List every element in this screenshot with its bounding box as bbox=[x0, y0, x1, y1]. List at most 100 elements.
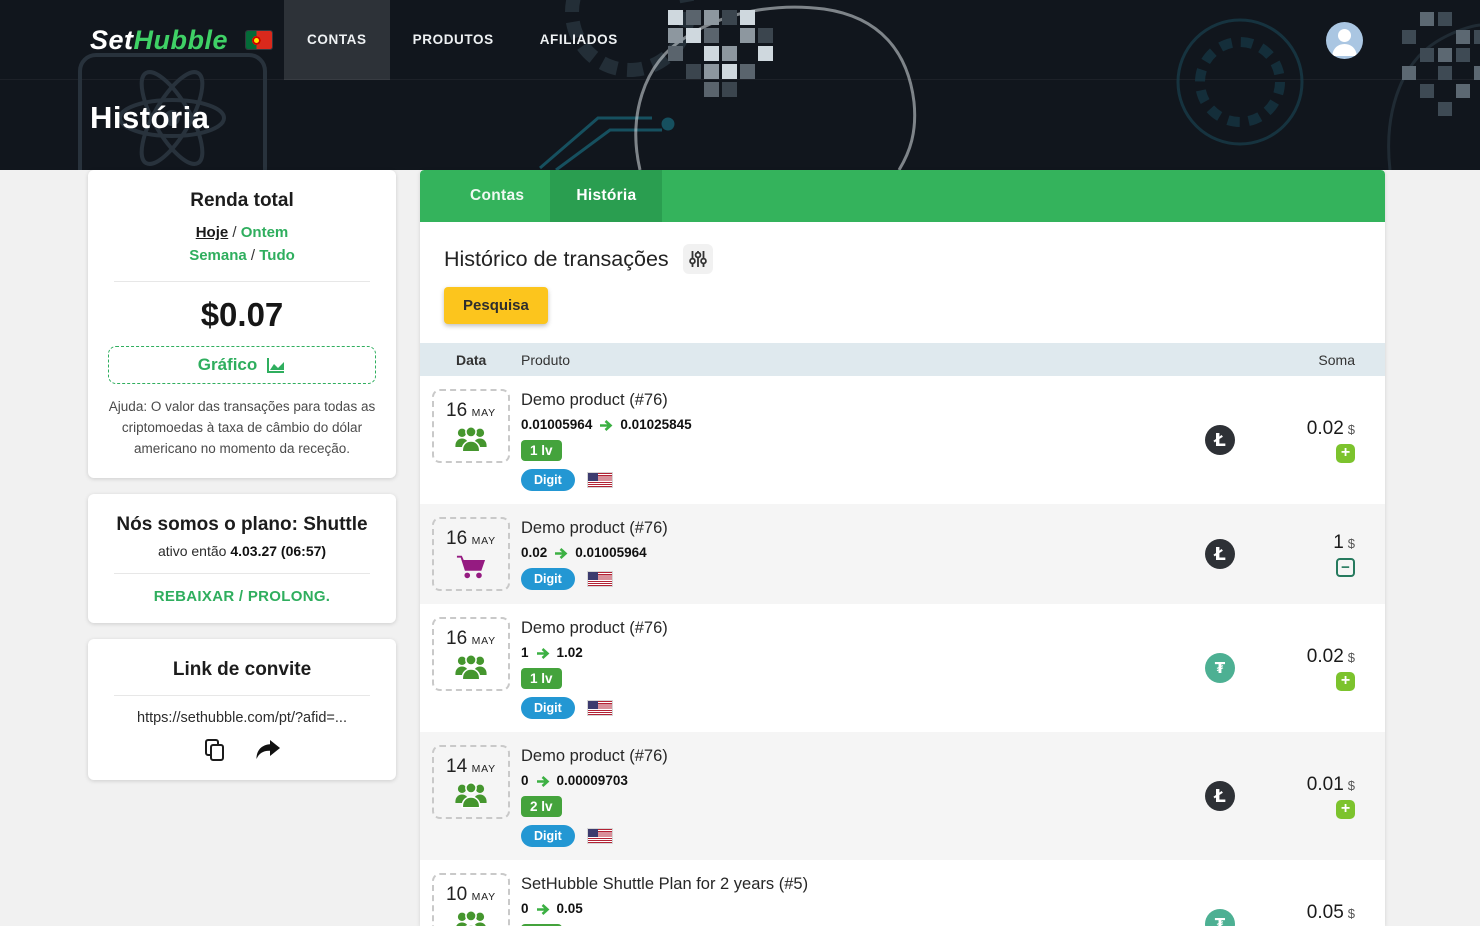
invite-link[interactable]: https://sethubble.com/pt/?afid=... bbox=[108, 710, 376, 726]
arrow-right-icon bbox=[599, 419, 613, 431]
amount-change: 0.02 0.01005964 bbox=[521, 545, 668, 560]
column-header-sum[interactable]: Soma bbox=[1318, 352, 1355, 368]
divider bbox=[114, 281, 370, 282]
table-header: Data Produto Soma bbox=[420, 343, 1385, 376]
digit-badge: Digit bbox=[521, 469, 575, 491]
sum-area: Ł ₮ 0.02$ + − bbox=[1205, 646, 1355, 691]
amount-change: 0 0.00009703 bbox=[521, 773, 668, 788]
date-month: MAY bbox=[471, 635, 496, 647]
product-info: Demo product (#76) 0 0.00009703 2 lv Dig… bbox=[521, 745, 668, 847]
date-month: MAY bbox=[471, 407, 496, 419]
invite-card-title: Link de convite bbox=[172, 658, 312, 680]
us-flag-icon bbox=[587, 829, 612, 843]
nav-item-afiliados[interactable]: AFILIADOS bbox=[517, 0, 641, 80]
tags: Digit bbox=[521, 469, 692, 491]
amount-from: 1 bbox=[521, 645, 529, 660]
share-icon[interactable] bbox=[255, 738, 281, 762]
column-header-product[interactable]: Produto bbox=[521, 352, 1318, 368]
transaction-date-box: 16 MAY bbox=[432, 517, 510, 591]
sum-value: 1 $ bbox=[1333, 532, 1355, 554]
add-button[interactable]: + bbox=[1336, 799, 1355, 819]
us-flag-icon bbox=[587, 701, 612, 715]
amount-to: 0.01025845 bbox=[620, 417, 692, 432]
chart-button[interactable]: Gráfico bbox=[108, 346, 376, 384]
product-info: Demo product (#76) 0.02 0.01005964 Digit bbox=[521, 517, 668, 590]
amount-change: 0.01005964 0.01025845 bbox=[521, 417, 692, 432]
filter-week[interactable]: Semana bbox=[189, 247, 247, 264]
sum-area: Ł ₮ 0.01$ + − bbox=[1205, 774, 1355, 819]
tether-icon: ₮ bbox=[1205, 653, 1235, 683]
cart-icon bbox=[456, 553, 486, 580]
tab-historia[interactable]: História bbox=[550, 170, 663, 222]
sum-value: 0.01 $ bbox=[1307, 774, 1355, 796]
income-help-text: Ajuda: O valor das transações para todas… bbox=[108, 399, 376, 456]
amount-from: 0.02 bbox=[521, 545, 548, 560]
sum-currency: $ bbox=[1347, 777, 1355, 793]
chart-button-label: Gráfico bbox=[197, 355, 258, 374]
brand-logo[interactable]: SetHubble bbox=[90, 25, 228, 56]
sliders-filter-icon[interactable] bbox=[682, 244, 713, 274]
panel-head: Histórico de transações Pesquisa bbox=[420, 222, 1385, 343]
litecoin-icon: Ł bbox=[1205, 539, 1235, 569]
sum-area: Ł ₮ 1$ + − bbox=[1205, 532, 1355, 577]
sum-value: 0.02 $ bbox=[1307, 418, 1355, 440]
date-day: 10 bbox=[446, 884, 468, 905]
transaction-date: 16 MAY bbox=[446, 528, 496, 550]
amount-from: 0 bbox=[521, 773, 529, 788]
income-card-title: Renda total bbox=[190, 190, 294, 211]
sum-amount: 1 bbox=[1333, 531, 1344, 553]
us-flag-icon bbox=[587, 572, 612, 586]
level-badge: 1 lv bbox=[521, 440, 562, 461]
digit-badge: Digit bbox=[521, 568, 575, 590]
product-info: Demo product (#76) 0.01005964 0.01025845… bbox=[521, 389, 692, 491]
transaction-date: 16 MAY bbox=[446, 400, 496, 422]
filter-all[interactable]: Tudo bbox=[259, 247, 295, 264]
nav-item-contas[interactable]: CONTAS bbox=[284, 0, 390, 80]
main-nav: CONTAS PRODUTOS AFILIADOS bbox=[284, 0, 641, 80]
tab-contas[interactable]: Contas bbox=[444, 170, 550, 222]
invite-actions bbox=[108, 738, 376, 762]
nav-item-produtos[interactable]: PRODUTOS bbox=[390, 0, 517, 80]
tags: Digit bbox=[521, 825, 668, 847]
portugal-flag-icon[interactable] bbox=[246, 31, 273, 49]
amount-to: 0.00009703 bbox=[556, 773, 628, 788]
arrow-right-icon bbox=[554, 547, 568, 559]
plan-active-date: 4.03.27 (06:57) bbox=[230, 542, 327, 559]
divider bbox=[114, 694, 370, 696]
invite-card: Link de convite https://sethubble.com/pt… bbox=[88, 638, 396, 780]
date-day: 16 bbox=[446, 400, 468, 421]
plan-action-link[interactable]: REBAIXAR / PROLONG. bbox=[108, 588, 376, 605]
copy-icon[interactable] bbox=[203, 738, 227, 762]
plan-card: Nós somos o plano: Shuttle ativo então 4… bbox=[88, 493, 396, 623]
product-name: SetHubble Shuttle Plan for 2 years (#5) bbox=[521, 875, 809, 893]
plan-active-until: ativo então 4.03.27 (06:57) bbox=[108, 543, 376, 559]
date-day: 16 bbox=[446, 528, 468, 549]
date-day: 16 bbox=[446, 628, 468, 649]
transaction-date-box: 10 MAY bbox=[432, 873, 510, 926]
user-avatar-icon[interactable] bbox=[1326, 21, 1363, 59]
sum-amount: 0.05 bbox=[1306, 901, 1344, 923]
table-row: 14 MAY Demo product (#76) 0 0.00009703 2… bbox=[420, 732, 1385, 860]
column-header-date[interactable]: Data bbox=[456, 352, 521, 368]
sum-amount: 0.01 bbox=[1306, 773, 1344, 795]
transaction-date-box: 14 MAY bbox=[432, 745, 510, 819]
brand-hubble: Hubble bbox=[133, 24, 229, 55]
sum-area: Ł ₮ 0.02$ + − bbox=[1205, 418, 1355, 463]
income-card: Renda total Hoje / Ontem Semana / Tudo $… bbox=[88, 170, 396, 478]
remove-button[interactable]: − bbox=[1336, 557, 1355, 577]
add-button[interactable]: + bbox=[1336, 671, 1355, 691]
digit-badge: Digit bbox=[521, 697, 575, 719]
amount-to: 0.05 bbox=[556, 901, 583, 916]
sum-value: 0.05 $ bbox=[1307, 902, 1355, 924]
sum-currency: $ bbox=[1347, 649, 1355, 665]
arrow-right-icon bbox=[536, 903, 550, 915]
transaction-date: 14 MAY bbox=[446, 756, 496, 778]
filter-today[interactable]: Hoje bbox=[196, 224, 229, 241]
sum-value: 0.02 $ bbox=[1307, 646, 1355, 668]
income-filters: Hoje / Ontem Semana / Tudo bbox=[108, 222, 376, 267]
date-month: MAY bbox=[471, 535, 496, 547]
add-button[interactable]: + bbox=[1336, 443, 1355, 463]
plan-card-title: Nós somos o plano: Shuttle bbox=[116, 513, 368, 535]
search-button[interactable]: Pesquisa bbox=[444, 287, 548, 324]
filter-yesterday[interactable]: Ontem bbox=[241, 224, 289, 241]
